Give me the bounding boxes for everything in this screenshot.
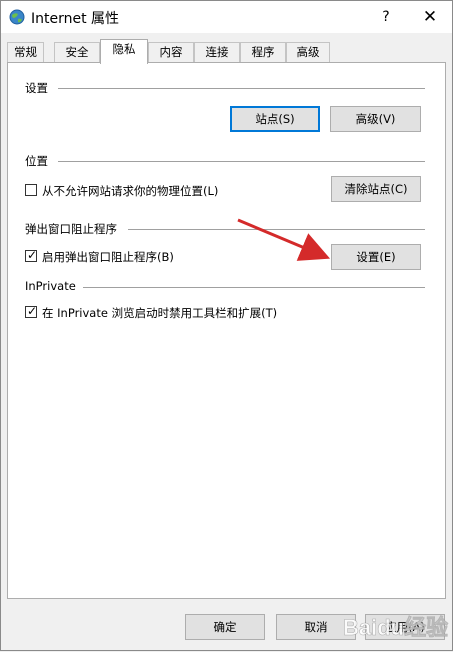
internet-properties-dialog: Internet 属性 ? ✕ 常规 安全 隐私 内容 连接 程序 高级 设置 … [0, 0, 453, 651]
red-arrow-annotation [237, 218, 331, 261]
svg-text:Baidu经验: Baidu经验 [343, 615, 448, 640]
ok-button[interactable]: 确定 [185, 614, 265, 640]
baidu-jingyan-watermark: Baidu经验 [343, 615, 449, 641]
tab-privacy[interactable]: 隐私 [100, 39, 148, 64]
